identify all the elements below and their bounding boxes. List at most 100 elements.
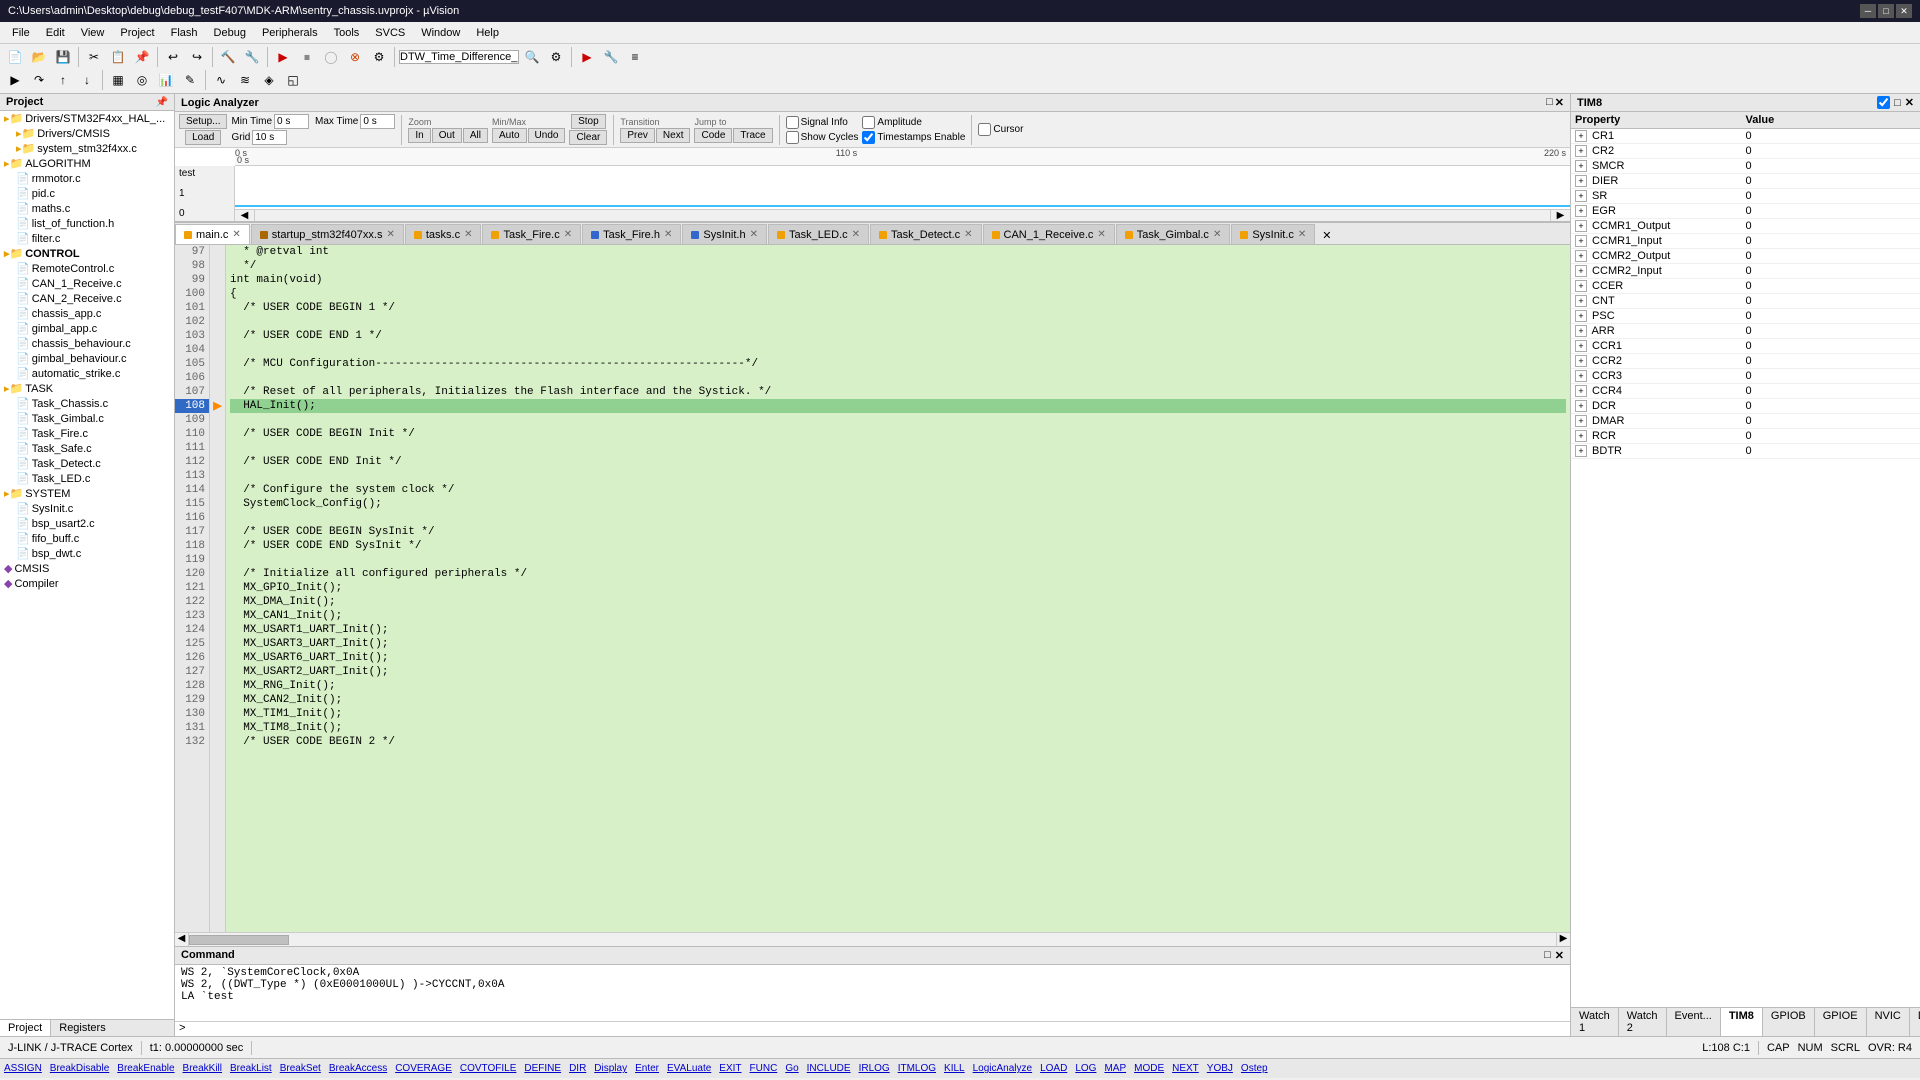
right-tab-watch-1[interactable]: Watch 1 [1571,1008,1619,1036]
cmd-bar-item[interactable]: NEXT [1172,1063,1199,1074]
tree-item[interactable]: 📄 bsp_usart2.c [0,516,174,531]
register-row[interactable]: + EGR 0 [1571,204,1920,219]
register-row[interactable]: + RCR 0 [1571,429,1920,444]
reg-btn[interactable]: 📊 [155,69,177,91]
la-scroll-left[interactable]: ◀ [235,210,255,221]
cmd-bar-item[interactable]: Display [594,1063,627,1074]
watch-btn[interactable]: ◎ [131,69,153,91]
la-trace-btn[interactable]: Trace [733,128,772,143]
reg-expander[interactable]: + [1575,280,1587,292]
redo-btn[interactable]: ↪ [186,46,208,68]
code-scroll-left[interactable]: ◀ [175,933,189,946]
command-input[interactable] [190,1023,1566,1035]
la-auto-btn[interactable]: Auto [492,128,527,143]
cmd-bar-item[interactable]: Ostep [1241,1063,1268,1074]
cmd-bar-item[interactable]: COVERAGE [395,1063,452,1074]
tree-item[interactable]: 📄 bsp_dwt.c [0,546,174,561]
reg-expander[interactable]: + [1575,250,1587,262]
register-row[interactable]: + DIER 0 [1571,174,1920,189]
reg-expander[interactable]: + [1575,175,1587,187]
register-row[interactable]: + ARR 0 [1571,324,1920,339]
code-scroll-thumb[interactable] [189,935,289,945]
copy-btn[interactable]: 📋 [107,46,129,68]
cut-btn[interactable]: ✂ [83,46,105,68]
la-cursor-cb[interactable] [978,123,991,136]
maximize-btn[interactable]: □ [1878,4,1894,18]
menu-item-peripherals[interactable]: Peripherals [254,25,326,41]
search-btn[interactable]: 🔍 [521,46,543,68]
register-row[interactable]: + CCMR2_Output 0 [1571,249,1920,264]
tree-item[interactable]: 📄 Task_Detect.c [0,456,174,471]
tree-item[interactable]: ▸📁 TASK [0,381,174,396]
tab-Task_Fire-h[interactable]: Task_Fire.h ✕ [582,224,681,244]
register-row[interactable]: + CCR3 0 [1571,369,1920,384]
tree-item[interactable]: ▸📁 SYSTEM [0,486,174,501]
register-row[interactable]: + CNT 0 [1571,294,1920,309]
register-row[interactable]: + CCR1 0 [1571,339,1920,354]
tab-close-icon[interactable]: ✕ [1097,229,1105,240]
tree-item[interactable]: ◆ CMSIS [0,561,174,576]
tab-close-icon[interactable]: ✕ [232,229,240,240]
reg-expander[interactable]: + [1575,415,1587,427]
tab-main-c[interactable]: main.c ✕ [175,224,250,244]
tree-item[interactable]: 📄 Task_LED.c [0,471,174,486]
run-btn[interactable]: ▶ [576,46,598,68]
menu-item-view[interactable]: View [73,25,113,41]
register-row[interactable]: + CCMR1_Input 0 [1571,234,1920,249]
reg-expander[interactable]: + [1575,310,1587,322]
cmd-bar-item[interactable]: LOG [1075,1063,1096,1074]
menu-item-tools[interactable]: Tools [326,25,368,41]
tree-item[interactable]: 📄 CAN_1_Receive.c [0,276,174,291]
la-zoom-all-btn[interactable]: All [463,128,488,143]
cmd-bar-item[interactable]: BreakEnable [117,1063,174,1074]
cmd-bar-item[interactable]: BreakKill [183,1063,222,1074]
tree-item[interactable]: 📄 chassis_behaviour.c [0,336,174,351]
register-row[interactable]: + CCR4 0 [1571,384,1920,399]
la-setup-btn[interactable]: Setup... [179,114,227,129]
cmd-bar-item[interactable]: KILL [944,1063,965,1074]
la-signal-info-cb[interactable] [786,116,799,129]
tab-Task_Detect-c[interactable]: Task_Detect.c ✕ [870,224,981,244]
debug-stepout-btn[interactable]: ↑ [52,69,74,91]
register-row[interactable]: + SR 0 [1571,189,1920,204]
register-row[interactable]: + BDTR 0 [1571,444,1920,459]
tab-close-icon[interactable]: ✕ [464,229,472,240]
menu-item-svcs[interactable]: SVCS [367,25,413,41]
reg-expander[interactable]: + [1575,235,1587,247]
reg-expander[interactable]: + [1575,145,1587,157]
tree-item[interactable]: 📄 Task_Safe.c [0,441,174,456]
cmd-bar-item[interactable]: FUNC [750,1063,778,1074]
reg-expander[interactable]: + [1575,265,1587,277]
menu-item-flash[interactable]: Flash [163,25,206,41]
la-expand-icon[interactable]: □ [1546,96,1553,109]
la-scrollbar[interactable]: ◀ ▶ [235,209,1570,221]
cmd-bar-item[interactable]: BreakDisable [50,1063,109,1074]
la-grid-input[interactable] [252,130,287,145]
tree-item[interactable]: 📄 gimbal_app.c [0,321,174,336]
register-row[interactable]: + CCMR2_Input 0 [1571,264,1920,279]
command-close-icon[interactable]: ✕ [1555,949,1564,962]
la-next-btn[interactable]: Next [656,128,691,143]
new-btn[interactable]: 📄 [4,46,26,68]
tree-item[interactable]: 📄 SysInit.c [0,501,174,516]
cmd-bar-item[interactable]: YOBJ [1207,1063,1233,1074]
right-tab-watch-2[interactable]: Watch 2 [1619,1008,1667,1036]
open-btn[interactable]: 📂 [28,46,50,68]
cmd-bar-item[interactable]: BreakAccess [329,1063,387,1074]
register-row[interactable]: + CR2 0 [1571,144,1920,159]
register-row[interactable]: + CCMR1_Output 0 [1571,219,1920,234]
la-timestamps-cb[interactable] [862,131,875,144]
cmd-bar-item[interactable]: MODE [1134,1063,1164,1074]
tab-tasks-c[interactable]: tasks.c ✕ [405,224,482,244]
cmd-bar-item[interactable]: EXIT [719,1063,741,1074]
build-btn[interactable]: 🔨 [217,46,239,68]
reg-expander[interactable]: + [1575,430,1587,442]
la-zoom-out-btn[interactable]: Out [432,128,462,143]
tree-item[interactable]: 📄 pid.c [0,186,174,201]
reg-expander[interactable]: + [1575,205,1587,217]
tool-btn[interactable]: 🔧 [600,46,622,68]
tab-close-icon[interactable]: ✕ [750,229,758,240]
tree-item[interactable]: 📄 automatic_strike.c [0,366,174,381]
reg-expander[interactable]: + [1575,295,1587,307]
menu-item-help[interactable]: Help [468,25,507,41]
